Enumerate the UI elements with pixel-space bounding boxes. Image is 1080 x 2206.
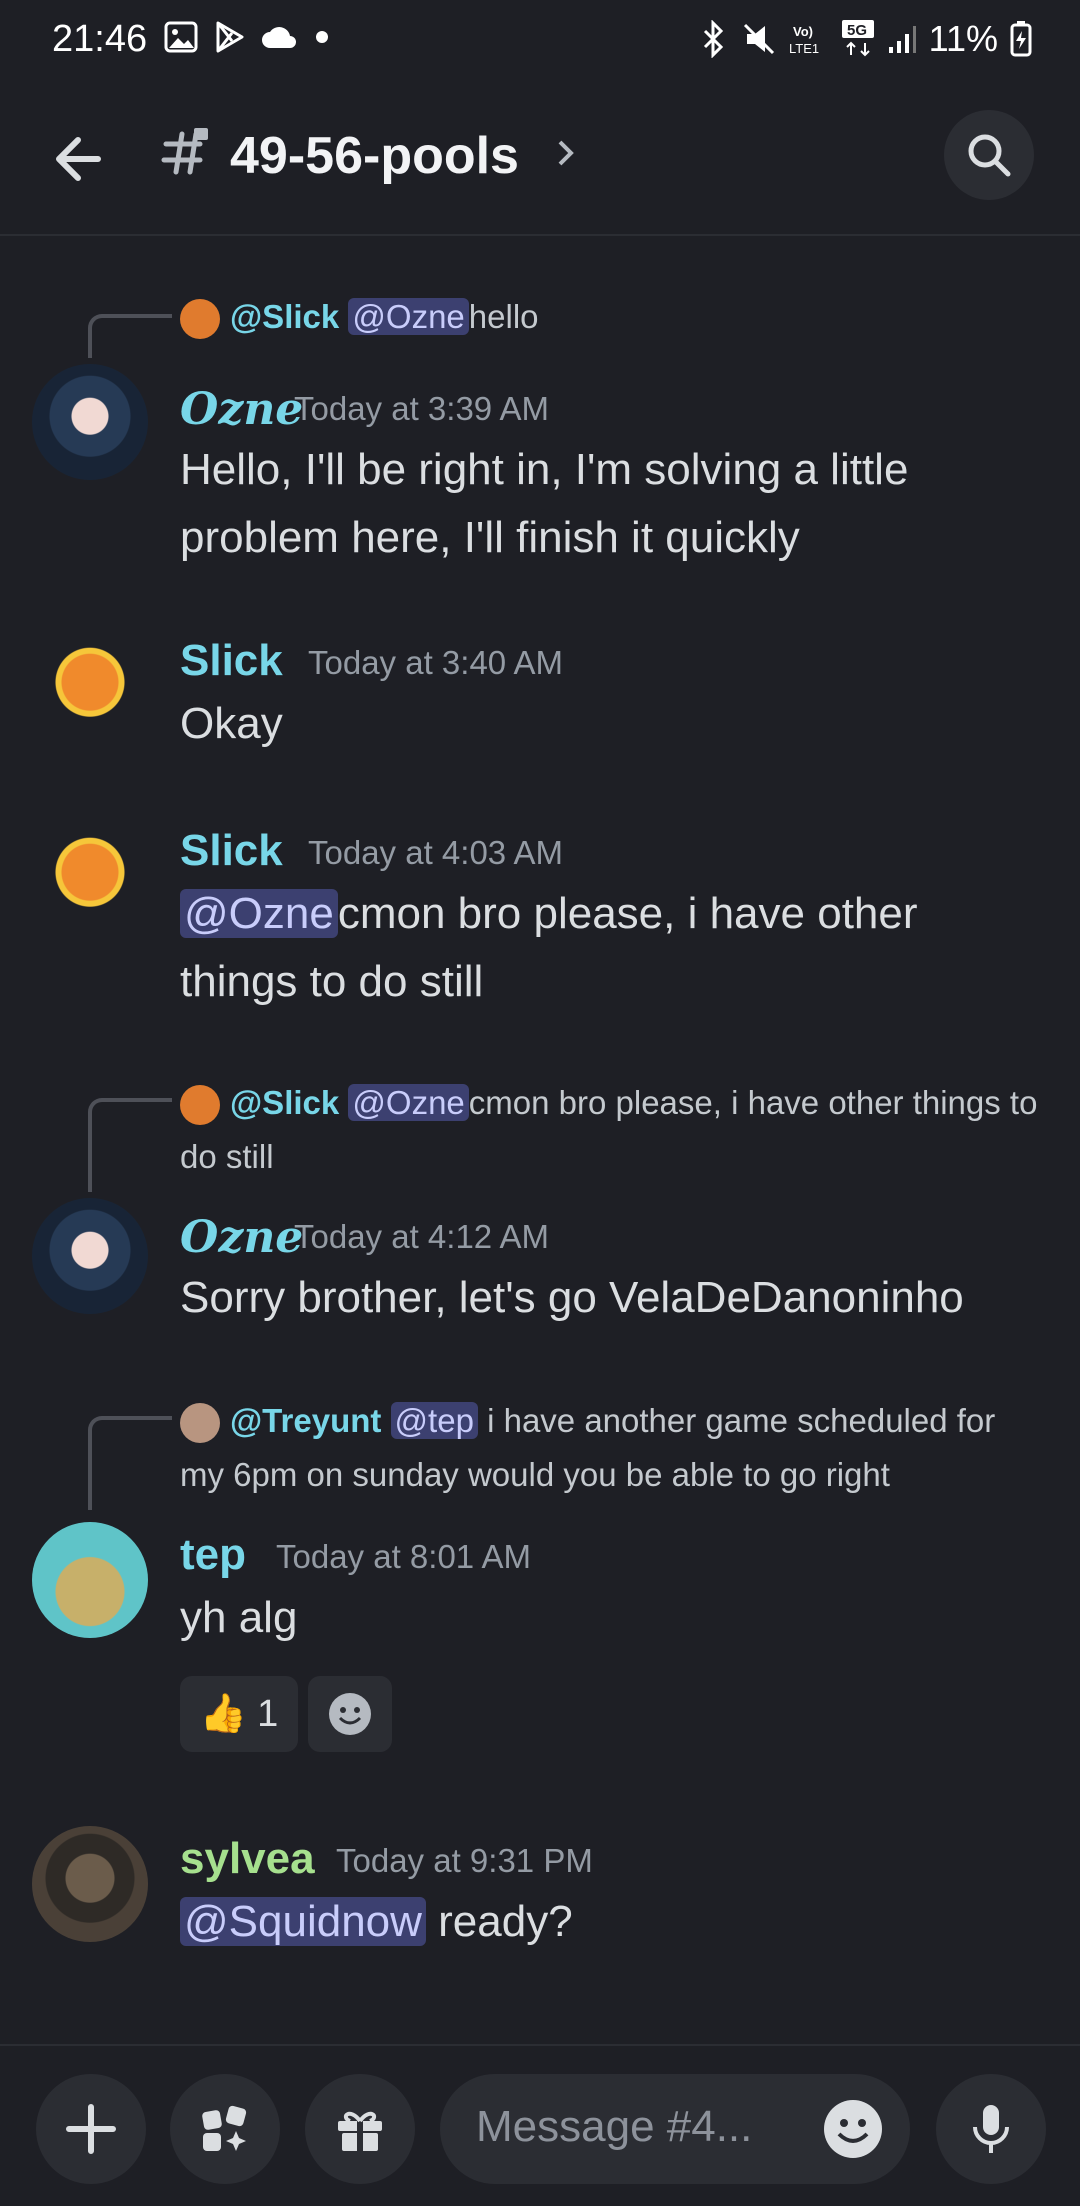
message-input-placeholder: Message #4... xyxy=(476,2102,753,2151)
message-input[interactable]: Message #4... xyxy=(440,2074,910,2184)
smiley-add-icon xyxy=(329,1693,371,1735)
reaction-thumbs-up[interactable]: 👍 1 xyxy=(180,1676,298,1752)
signal-icon xyxy=(888,26,916,53)
timestamp: Today at 8:01 AM xyxy=(276,1538,531,1575)
thumbs-up-icon: 👍 xyxy=(199,1693,248,1735)
gift-icon xyxy=(338,2111,382,2151)
attach-button[interactable] xyxy=(36,2074,146,2184)
reply-connector xyxy=(88,1416,172,1510)
chevron-right-icon[interactable] xyxy=(556,138,576,173)
channel-title[interactable]: 49-56-pools xyxy=(230,126,519,186)
message-item[interactable]: Slick Today at 4:03 AM @Oznecmon bro ple… xyxy=(0,820,1080,1020)
avatar[interactable] xyxy=(32,1522,148,1638)
username[interactable]: Ozne xyxy=(180,1212,303,1263)
message-text: Sorry brother, let's go VelaDeDanoninho xyxy=(180,1273,964,1322)
message-item[interactable]: Slick Today at 3:40 AM Okay xyxy=(0,630,1080,750)
reply-connector xyxy=(88,314,172,358)
username[interactable]: Ozne xyxy=(180,384,303,435)
battery-charging-icon xyxy=(1010,21,1032,57)
svg-text:Vo): Vo) xyxy=(793,24,813,39)
avatar[interactable] xyxy=(32,630,148,746)
bluetooth-icon xyxy=(703,20,723,58)
username[interactable]: sylvea xyxy=(180,1834,315,1884)
svg-text:5G: 5G xyxy=(847,22,867,39)
reply-mention: @Ozne xyxy=(348,1084,469,1121)
status-left-icons xyxy=(164,20,332,54)
reply-username: @Treyunt xyxy=(230,1402,382,1439)
reply-username: @Slick xyxy=(230,1084,340,1121)
cloud-icon xyxy=(262,27,296,48)
reply-preview[interactable]: @Treyunt @tep i have another game schedu… xyxy=(180,1394,1040,1502)
username[interactable]: Slick xyxy=(180,636,283,686)
message-text: ready? xyxy=(438,1897,573,1946)
channel-header: 49-56-pools xyxy=(0,84,1080,236)
avatar[interactable] xyxy=(32,1826,148,1942)
avatar[interactable] xyxy=(32,1198,148,1314)
battery-percent: 11% xyxy=(928,18,998,59)
play-store-icon xyxy=(216,21,244,53)
apps-icon xyxy=(202,2105,247,2151)
gift-button[interactable] xyxy=(305,2074,415,2184)
reply-avatar xyxy=(180,1403,220,1444)
reply-preview[interactable]: @Slick @Ozne hello xyxy=(180,290,1040,344)
message-item[interactable]: @Treyunt @tep i have another game schedu… xyxy=(0,1394,1080,1764)
message-text: yh alg xyxy=(180,1593,298,1642)
timestamp: Today at 9:31 PM xyxy=(336,1842,593,1879)
status-right-icons: Vo) LTE1 5G 11% xyxy=(699,18,1032,60)
avatar[interactable] xyxy=(32,820,148,936)
microphone-icon xyxy=(973,2105,1009,2153)
voice-button[interactable] xyxy=(936,2074,1046,2184)
reply-mention: @Ozne xyxy=(348,298,469,335)
username[interactable]: tep xyxy=(180,1530,246,1580)
reaction-count: 1 xyxy=(257,1692,279,1735)
reply-username: @Slick xyxy=(230,298,340,335)
arrow-left-icon xyxy=(56,137,101,181)
timestamp: Today at 3:40 AM xyxy=(308,644,563,681)
reply-preview[interactable]: @Slick @Ozne cmon bro please, i have othe… xyxy=(180,1076,1040,1184)
message-item[interactable]: @Slick @Ozne hello Ozne Today at 3:39 AM … xyxy=(0,290,1080,590)
back-button[interactable] xyxy=(46,124,116,194)
search-button[interactable] xyxy=(944,110,1034,200)
add-reaction-button[interactable] xyxy=(308,1676,392,1752)
reply-text: hello xyxy=(468,298,539,335)
volte-icon: Vo) LTE1 xyxy=(789,24,819,56)
svg-text:LTE1: LTE1 xyxy=(789,41,819,56)
reply-connector xyxy=(88,1098,172,1192)
apps-button[interactable] xyxy=(170,2074,280,2184)
gallery-icon xyxy=(164,21,198,53)
username[interactable]: Slick xyxy=(180,826,283,876)
message-content: @Oznecmon bro please, i have other thing… xyxy=(180,880,1040,1016)
timestamp: Today at 3:39 AM xyxy=(294,390,549,427)
reply-avatar xyxy=(180,299,220,340)
status-bar: 21:46 Vo) LTE1 5G 11% xyxy=(0,0,1080,84)
mute-icon xyxy=(743,23,774,55)
dot-icon xyxy=(316,31,328,43)
message-text: Hello, I'll be right in, I'm solving a l… xyxy=(180,445,909,562)
emoji-icon[interactable] xyxy=(822,2098,884,2160)
plus-icon xyxy=(66,2104,116,2154)
reply-mention: @tep xyxy=(390,1402,478,1439)
status-time: 21:46 xyxy=(52,18,148,60)
message-text: Okay xyxy=(180,699,283,748)
mention[interactable]: @Ozne xyxy=(180,889,338,938)
composer-bar: Message #4... xyxy=(0,2044,1080,2206)
timestamp: Today at 4:12 AM xyxy=(294,1218,549,1255)
mention[interactable]: @Squidnow xyxy=(180,1897,426,1946)
search-icon xyxy=(968,134,1011,177)
5g-icon: 5G xyxy=(841,20,874,57)
message-content: @Squidnow ready? xyxy=(180,1888,1040,1956)
timestamp: Today at 4:03 AM xyxy=(308,834,563,871)
message-item[interactable]: @Slick @Ozne cmon bro please, i have othe… xyxy=(0,1076,1080,1336)
message-item[interactable]: sylvea Today at 9:31 PM @Squidnow ready? xyxy=(0,1826,1080,1986)
reply-avatar xyxy=(180,1085,220,1126)
avatar[interactable] xyxy=(32,364,148,480)
text-channel-icon xyxy=(160,126,212,183)
